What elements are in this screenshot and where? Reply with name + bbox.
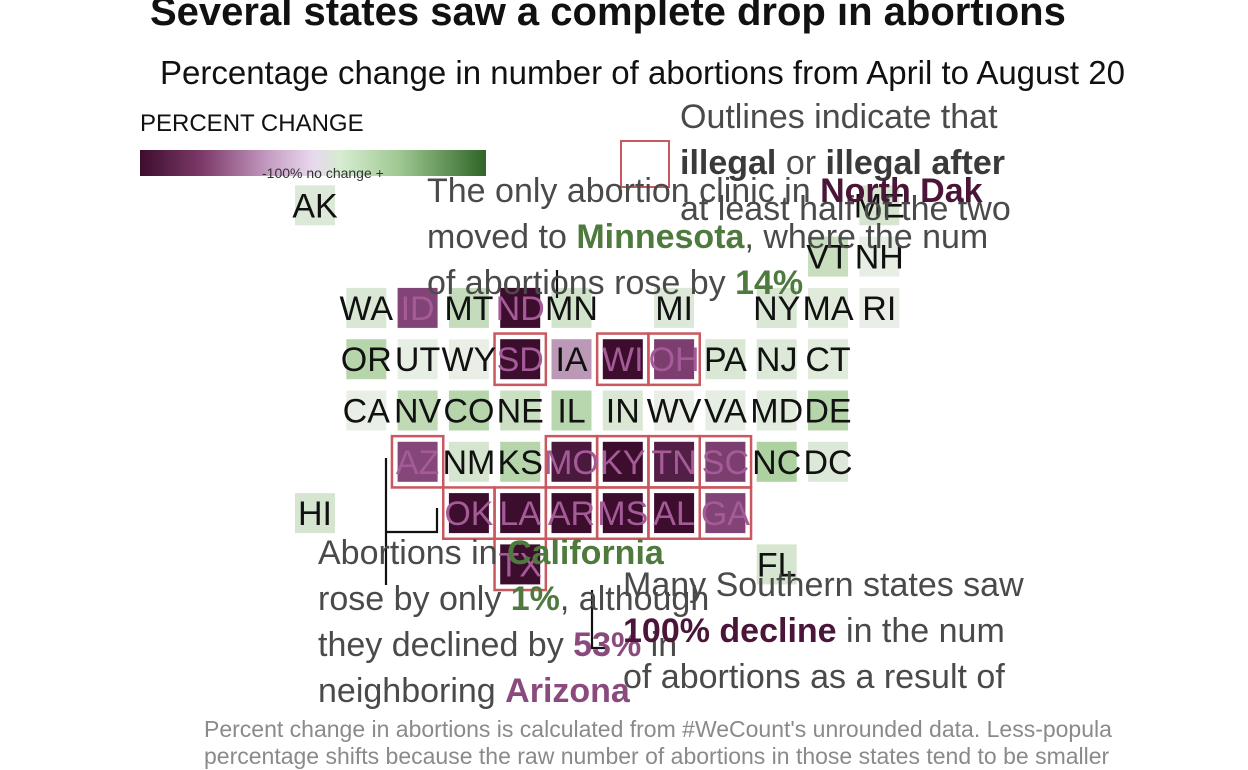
state-label-ia: IA [555, 341, 587, 379]
state-label-dc: DC [803, 444, 852, 482]
annotation-outlines-line1: Outlines indicate that [680, 98, 998, 136]
state-label-nv: NV [394, 393, 442, 431]
state-label-ak: AK [292, 187, 338, 225]
annotation-southern-states: Many Southern states saw 100% decline in… [623, 562, 1044, 700]
state-label-hi: HI [298, 495, 332, 533]
state-label-ca: CA [343, 393, 391, 431]
footnote-line1: Percent change in abortions is calculate… [204, 716, 1112, 742]
state-label-wa: WA [340, 290, 394, 328]
state-label-md: MD [750, 393, 803, 431]
state-label-ut: UT [395, 341, 440, 379]
state-label-mo: MO [544, 444, 599, 482]
state-label-ct: CT [805, 341, 850, 379]
state-label-sc: SC [702, 444, 749, 482]
annotation-nd-line3: of abortions rose by 14% [427, 264, 804, 302]
state-label-tn: TN [651, 444, 696, 482]
footnote-line2: percentage shifts because the raw number… [204, 743, 1110, 769]
annotation-south-line2: 100% decline in the num [623, 612, 1005, 650]
annotation-nd-line2: moved to Minnesota, where the num [427, 218, 989, 256]
state-label-ks: KS [498, 444, 543, 482]
state-label-ga: GA [701, 495, 750, 533]
state-label-in: IN [606, 393, 640, 431]
state-label-pa: PA [704, 341, 747, 379]
state-label-ms: MS [597, 495, 648, 533]
footnote: Percent change in abortions is calculate… [204, 716, 1112, 770]
state-label-ok: OK [444, 495, 493, 533]
state-label-ar: AR [548, 495, 595, 533]
state-label-la: LA [499, 495, 541, 533]
annotation-south-line1: Many Southern states saw [623, 566, 1024, 604]
state-label-oh: OH [649, 341, 700, 379]
state-label-az: AZ [396, 444, 439, 482]
state-label-wy: WY [442, 341, 497, 379]
leader-arizona [386, 508, 439, 534]
state-label-nm: NM [442, 444, 495, 482]
annotation-nd-line1: The only abortion clinic in North Dak [427, 172, 983, 210]
state-label-va: VA [704, 393, 747, 431]
state-label-sd: SD [497, 341, 544, 379]
state-label-co: CO [443, 393, 494, 431]
state-label-nj: NJ [756, 341, 798, 379]
state-label-de: DE [804, 393, 851, 431]
state-label-ky: KY [600, 444, 645, 482]
annotation-north-dakota: The only abortion clinic in North Dak mo… [427, 168, 1044, 306]
state-label-nc: NC [752, 444, 801, 482]
state-label-il: IL [557, 393, 585, 431]
state-label-al: AL [653, 495, 695, 533]
state-label-ne: NE [497, 393, 544, 431]
state-label-wi: WI [602, 341, 644, 379]
state-label-wv: WV [647, 393, 702, 431]
state-label-or: OR [341, 341, 392, 379]
annotation-south-line3: of abortions as a result of [623, 658, 1005, 696]
